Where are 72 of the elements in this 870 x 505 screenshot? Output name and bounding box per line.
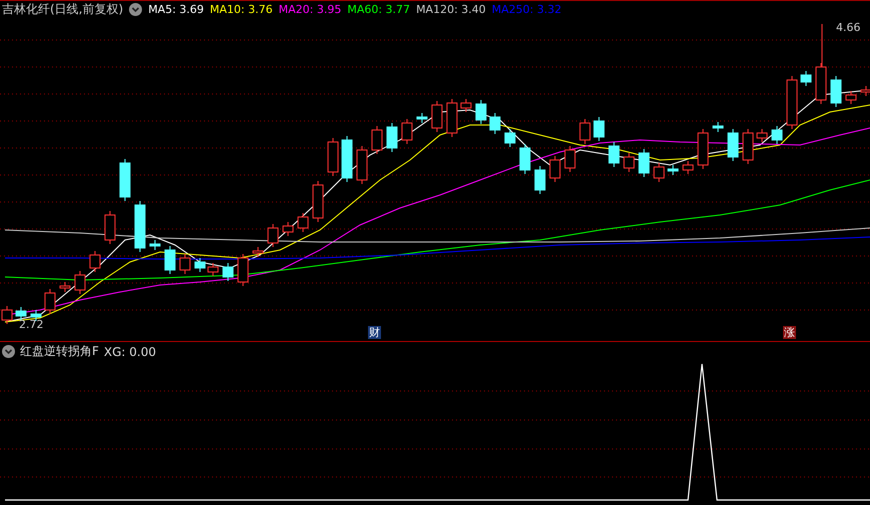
candlestick: [830, 76, 842, 108]
indicator-title: 红盘逆转拐角F: [20, 343, 99, 360]
candlestick: [238, 254, 248, 286]
candlestick: [816, 62, 826, 104]
candlestick: [74, 270, 86, 294]
candlestick: [252, 246, 264, 258]
candlestick: [504, 128, 516, 148]
candlestick: [208, 262, 218, 276]
candlestick: [60, 282, 70, 292]
stock-title: 吉林化纤(日线,前复权): [2, 1, 124, 18]
candlestick: [180, 254, 190, 274]
candlestick: [682, 160, 694, 174]
moving-average-value: MA20: 3.95: [278, 3, 342, 16]
moving-average-value: MA5: 3.69: [148, 3, 204, 16]
candlestick: [44, 288, 56, 314]
candlestick: [594, 116, 604, 142]
candlestick: [446, 98, 458, 138]
moving-average-value: MA60: 3.77: [347, 3, 410, 16]
candlestick: [120, 158, 130, 202]
candlestick: [742, 128, 754, 164]
candlestick: [520, 144, 530, 174]
candlestick: [728, 128, 738, 162]
candlestick: [638, 148, 650, 178]
moving-average-value: MA10: 3.76: [210, 3, 273, 16]
candlestick: [668, 164, 678, 176]
dropdown-icon[interactable]: [2, 345, 15, 358]
candlestick: [402, 118, 412, 144]
candlestick: [342, 136, 352, 182]
candlestick: [550, 156, 560, 182]
candlestick: [698, 128, 708, 170]
candlestick: [490, 112, 500, 134]
dropdown-icon[interactable]: [129, 3, 142, 16]
candlestick: [194, 258, 206, 272]
candlestick: [372, 126, 382, 154]
candlestick: [222, 262, 234, 282]
candlestick: [30, 310, 42, 322]
event-marker[interactable]: 涨: [783, 326, 796, 339]
indicator-value: XG: 0.00: [104, 344, 156, 358]
candlestick: [624, 152, 634, 172]
candlestick: [756, 128, 768, 142]
candlestick: [564, 146, 576, 172]
candlestick: [772, 126, 782, 144]
candlestick: [268, 224, 278, 248]
moving-average-value: MA250: 3.32: [492, 3, 562, 16]
candlestick: [608, 142, 620, 168]
candlestick: [134, 200, 146, 252]
candlestick: [580, 118, 590, 144]
candlestick: [534, 166, 546, 194]
candlestick: [104, 210, 116, 244]
candlestick: [16, 306, 26, 320]
candlestick: [328, 138, 338, 176]
candlestick: [312, 180, 324, 222]
candlestick: [460, 98, 472, 112]
candlestick: [150, 240, 160, 250]
candlestick: [712, 122, 724, 132]
low-price-label: 2.72: [19, 318, 44, 331]
candlestick: [800, 70, 812, 86]
candlestick: [164, 246, 176, 274]
candlestick: [786, 76, 798, 130]
candlestick: [90, 250, 100, 272]
candlestick: [298, 212, 308, 232]
candlestick: [432, 100, 442, 132]
candlestick: [846, 90, 856, 104]
candlestick: [356, 146, 368, 184]
candlestick: [654, 162, 664, 182]
candlestick: [386, 122, 398, 152]
candlestick: [476, 100, 486, 124]
event-marker[interactable]: 财: [368, 326, 381, 339]
candlestick: [282, 222, 294, 236]
moving-average-value: MA120: 3.40: [416, 3, 486, 16]
candlestick: [416, 112, 428, 124]
high-price-label: 4.66: [836, 21, 860, 34]
